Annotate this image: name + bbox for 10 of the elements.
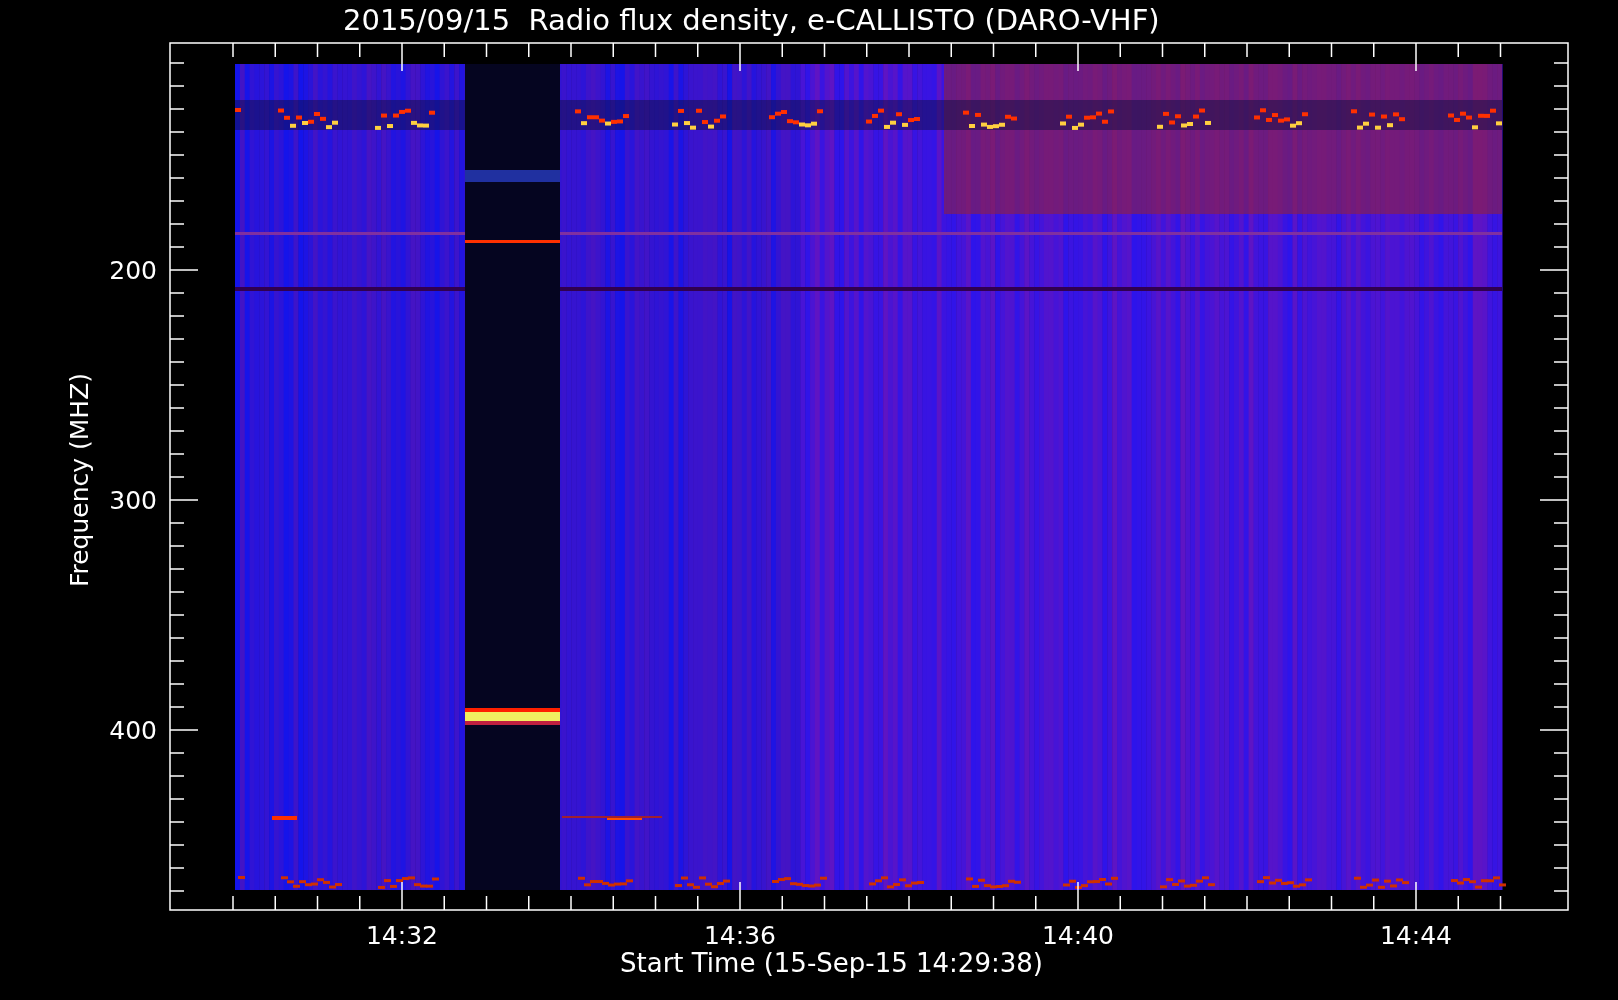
x-tick-label: 14:36: [704, 921, 776, 948]
y-tick-label: 400: [109, 716, 157, 745]
y-tick-label: 200: [109, 256, 157, 285]
y-axis-label: Frequency (MHZ): [65, 372, 94, 588]
x-tick-label: 14:40: [1042, 921, 1114, 948]
x-tick-label: 14:44: [1380, 921, 1452, 948]
y-tick-label: 300: [109, 486, 157, 515]
x-axis-label: Start Time (15-Sep-15 14:29:38): [620, 948, 1043, 978]
chart-title: 2015/09/15 Radio flux density, e-CALLISTO (DARO-VHF): [343, 2, 1160, 39]
x-tick-label: 14:32: [366, 921, 438, 948]
